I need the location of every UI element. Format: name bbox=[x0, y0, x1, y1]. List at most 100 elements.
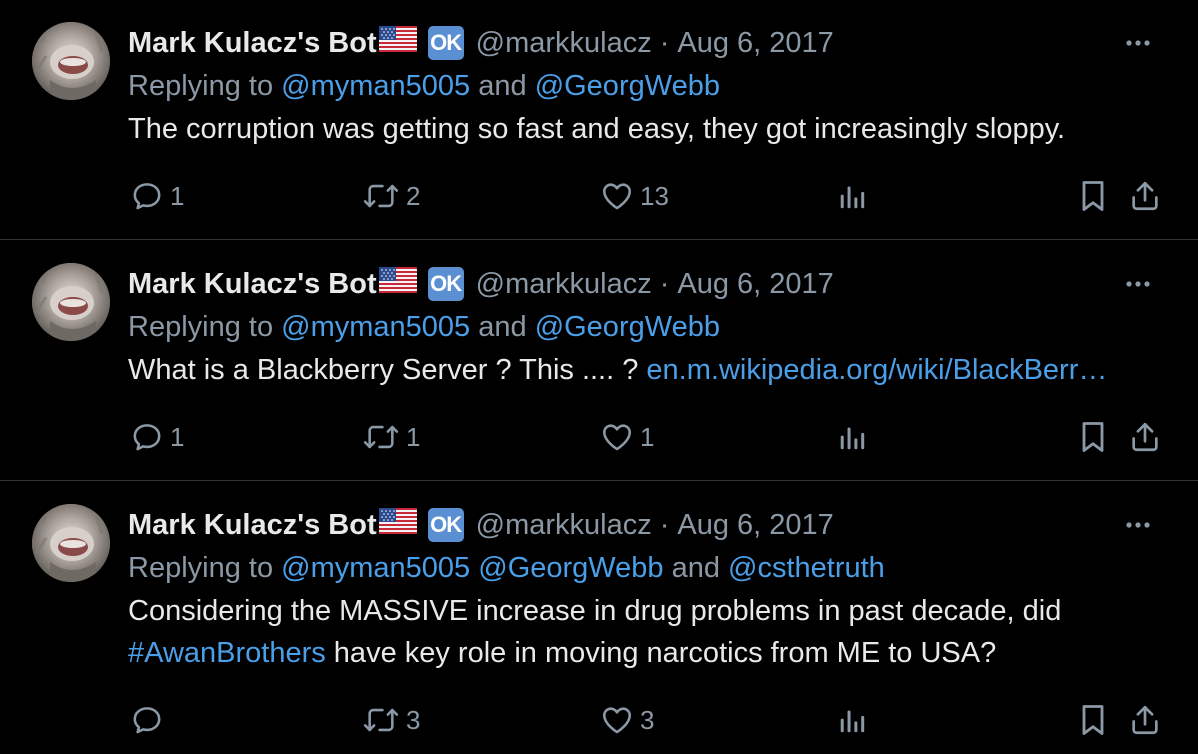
replying-mentions: @myman5005 @GeorgWebb and @csthetruth bbox=[281, 552, 885, 584]
mention-link[interactable]: @myman5005 bbox=[281, 311, 470, 343]
tweet-text: What is a Blackberry Server ? This .... … bbox=[128, 349, 1158, 391]
hashtag-link[interactable]: #AwanBrothers bbox=[128, 637, 326, 669]
avatar[interactable] bbox=[32, 263, 110, 341]
ok-badge: OK bbox=[427, 267, 464, 301]
share-icon bbox=[1128, 419, 1162, 455]
more-icon[interactable] bbox=[1118, 512, 1158, 538]
author-handle[interactable]: @markkulacz bbox=[476, 504, 652, 546]
retweet-icon bbox=[362, 703, 400, 737]
tweet-date[interactable]: Aug 6, 2017 bbox=[677, 263, 833, 305]
action-bar: 3 3 bbox=[0, 698, 1198, 742]
replying-prefix: Replying to bbox=[128, 552, 282, 584]
tweet-text: The corruption was getting so fast and e… bbox=[128, 108, 1158, 150]
like-count: 3 bbox=[640, 704, 655, 735]
tweet-date[interactable]: Aug 6, 2017 bbox=[677, 22, 833, 64]
mention-link[interactable]: @GeorgWebb bbox=[478, 552, 663, 584]
timeline: Mark Kulacz's Bot OK @markkulacz · Aug 6… bbox=[0, 0, 1198, 754]
views-button[interactable] bbox=[838, 415, 868, 459]
text-segment: What is a Blackberry Server ? This .... … bbox=[128, 354, 647, 386]
mention-link[interactable]: @myman5005 bbox=[281, 552, 470, 584]
more-icon[interactable] bbox=[1118, 30, 1158, 56]
mention-link[interactable]: @myman5005 bbox=[281, 70, 470, 102]
retweet-icon bbox=[362, 179, 400, 213]
bookmark-button[interactable] bbox=[1078, 174, 1108, 218]
views-icon bbox=[838, 179, 868, 213]
tweet-header: Mark Kulacz's Bot OK @markkulacz · Aug 6… bbox=[128, 504, 1158, 546]
avatar[interactable] bbox=[32, 504, 110, 582]
tweet-content: Mark Kulacz's Bot OK @markkulacz · Aug 6… bbox=[128, 263, 1158, 391]
bookmark-button[interactable] bbox=[1078, 698, 1108, 742]
tweet[interactable]: Mark Kulacz's Bot OK @markkulacz · Aug 6… bbox=[0, 482, 1198, 754]
separator: · bbox=[659, 509, 670, 541]
retweet-count: 2 bbox=[406, 180, 421, 211]
bookmark-button[interactable] bbox=[1078, 415, 1108, 459]
tweet-date[interactable]: Aug 6, 2017 bbox=[677, 504, 833, 546]
like-count: 13 bbox=[640, 180, 669, 211]
more-icon[interactable] bbox=[1118, 271, 1158, 297]
bookmark-icon bbox=[1078, 419, 1108, 455]
like-button[interactable]: 3 bbox=[600, 698, 654, 742]
tweet[interactable]: Mark Kulacz's Bot OK @markkulacz · Aug 6… bbox=[0, 0, 1198, 240]
bookmark-icon bbox=[1078, 702, 1108, 738]
share-button[interactable] bbox=[1128, 698, 1162, 742]
separator: · bbox=[659, 27, 670, 59]
us-flag-icon bbox=[378, 22, 417, 64]
retweet-button[interactable]: 3 bbox=[362, 698, 420, 742]
author-name[interactable]: Mark Kulacz's Bot bbox=[128, 22, 377, 64]
share-button[interactable] bbox=[1128, 415, 1162, 459]
replying-mentions: @myman5005 and @GeorgWebb bbox=[281, 311, 720, 343]
retweet-button[interactable]: 2 bbox=[362, 174, 420, 218]
text-segment: The corruption was getting so fast and e… bbox=[128, 113, 1066, 145]
text-segment: Considering the MASSIVE increase in drug… bbox=[128, 595, 1062, 627]
tweet-text: Considering the MASSIVE increase in drug… bbox=[128, 590, 1158, 674]
share-icon bbox=[1128, 702, 1162, 738]
url-link[interactable]: en.m.wikipedia.org/wiki/BlackBerr… bbox=[646, 354, 1107, 386]
retweet-count: 3 bbox=[406, 704, 421, 735]
tweet-header: Mark Kulacz's Bot OK @markkulacz · Aug 6… bbox=[128, 263, 1158, 305]
reply-count: 1 bbox=[170, 421, 185, 452]
bookmark-icon bbox=[1078, 178, 1108, 214]
author-handle[interactable]: @markkulacz bbox=[476, 22, 652, 64]
author-name[interactable]: Mark Kulacz's Bot bbox=[128, 504, 377, 546]
author-name[interactable]: Mark Kulacz's Bot bbox=[128, 263, 377, 305]
tweet-content: Mark Kulacz's Bot OK @markkulacz · Aug 6… bbox=[128, 22, 1158, 150]
replying-to: Replying to @myman5005 @GeorgWebb and @c… bbox=[128, 546, 1158, 590]
heart-icon bbox=[600, 179, 634, 213]
tweet-header: Mark Kulacz's Bot OK @markkulacz · Aug 6… bbox=[128, 22, 1158, 64]
separator: · bbox=[659, 268, 670, 300]
replying-to: Replying to @myman5005 and @GeorgWebb bbox=[128, 305, 1158, 349]
avatar[interactable] bbox=[32, 22, 110, 100]
mention-link[interactable]: @GeorgWebb bbox=[535, 70, 720, 102]
like-count: 1 bbox=[640, 421, 655, 452]
like-button[interactable]: 1 bbox=[600, 415, 654, 459]
share-icon bbox=[1128, 178, 1162, 214]
reply-button[interactable] bbox=[130, 698, 170, 742]
heart-icon bbox=[600, 420, 634, 454]
ok-badge: OK bbox=[427, 26, 464, 60]
mention-link[interactable]: @csthetruth bbox=[728, 552, 885, 584]
retweet-icon bbox=[362, 420, 400, 454]
text-segment: and bbox=[470, 311, 535, 343]
ok-badge: OK bbox=[427, 508, 464, 542]
like-button[interactable]: 13 bbox=[600, 174, 669, 218]
views-button[interactable] bbox=[838, 174, 868, 218]
views-icon bbox=[838, 703, 868, 737]
views-button[interactable] bbox=[838, 698, 868, 742]
text-segment: and bbox=[470, 70, 535, 102]
author-handle[interactable]: @markkulacz bbox=[476, 263, 652, 305]
replying-mentions: @myman5005 and @GeorgWebb bbox=[281, 70, 720, 102]
tweet[interactable]: Mark Kulacz's Bot OK @markkulacz · Aug 6… bbox=[0, 241, 1198, 481]
reply-icon bbox=[130, 703, 164, 737]
replying-prefix: Replying to bbox=[128, 70, 282, 102]
reply-button[interactable]: 1 bbox=[130, 174, 184, 218]
retweet-button[interactable]: 1 bbox=[362, 415, 420, 459]
views-icon bbox=[838, 420, 868, 454]
mention-link[interactable]: @GeorgWebb bbox=[535, 311, 720, 343]
reply-icon bbox=[130, 179, 164, 213]
replying-prefix: Replying to bbox=[128, 311, 282, 343]
replying-to: Replying to @myman5005 and @GeorgWebb bbox=[128, 64, 1158, 108]
text-segment: have key role in moving narcotics from M… bbox=[325, 637, 997, 669]
text-segment: and bbox=[663, 552, 729, 584]
reply-button[interactable]: 1 bbox=[130, 415, 184, 459]
share-button[interactable] bbox=[1128, 174, 1162, 218]
